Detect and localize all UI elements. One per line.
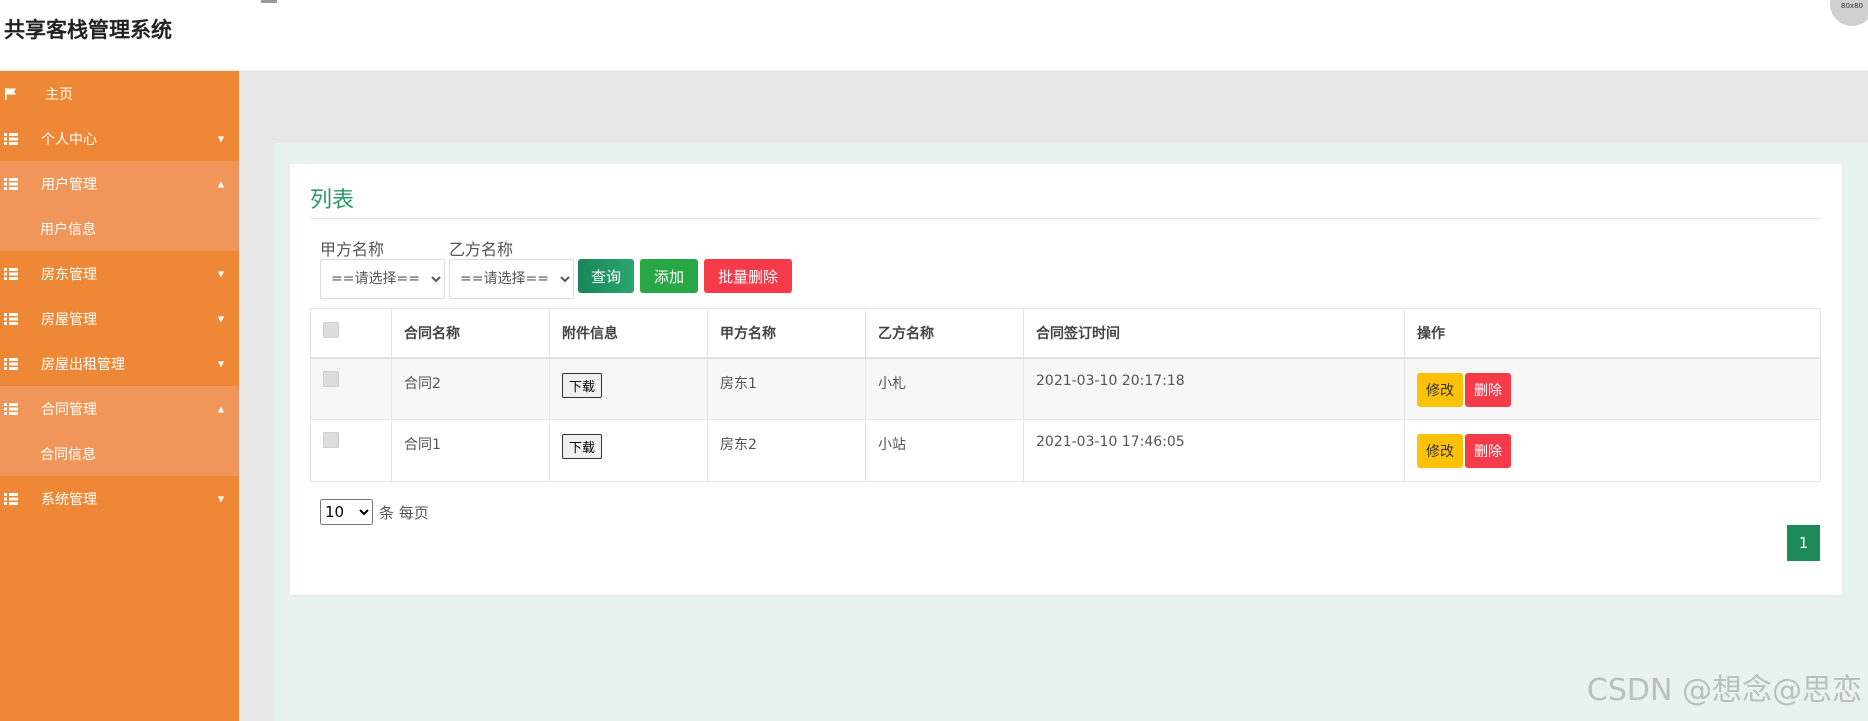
grid-icon bbox=[4, 357, 18, 370]
row-checkbox-cell bbox=[310, 419, 392, 482]
chevron-up-icon: ▲ bbox=[217, 404, 224, 413]
sidebar-subitem-contract-info[interactable]: 合同信息 bbox=[0, 431, 239, 476]
actions-cell: 修改 删除 bbox=[1404, 357, 1821, 420]
attachment-cell: 下载 bbox=[549, 419, 708, 482]
grid-icon bbox=[4, 267, 18, 280]
list-panel: 列表 甲方名称 ==请选择== 乙方名称 ==请选择== 查询 添加 批量删除 … bbox=[290, 164, 1842, 595]
download-button[interactable]: 下载 bbox=[562, 434, 603, 459]
grid-icon bbox=[4, 492, 18, 505]
party-a-select[interactable]: ==请选择== bbox=[320, 259, 445, 299]
party-a-cell: 房东1 bbox=[707, 357, 866, 420]
select-all-checkbox[interactable] bbox=[323, 321, 339, 338]
chevron-up-icon: ▲ bbox=[217, 179, 224, 188]
sidebar-item-landlord-management[interactable]: 房东管理 ▼ bbox=[0, 251, 239, 296]
page-size-select[interactable]: 10 bbox=[320, 499, 373, 525]
app-title: 共享客栈管理系统 bbox=[4, 18, 172, 42]
column-header: 乙方名称 bbox=[865, 308, 1024, 359]
column-header: 合同名称 bbox=[391, 308, 550, 359]
signed-time-cell: 2021-03-10 20:17:18 bbox=[1023, 357, 1405, 420]
page-size-control: 10 条 每页 bbox=[320, 499, 429, 525]
chevron-down-icon: ▼ bbox=[217, 134, 224, 143]
grid-icon bbox=[4, 312, 18, 325]
top-header: 共享客栈管理系统 80x80 bbox=[0, 0, 1868, 71]
sidebar-item-home[interactable]: 主页 bbox=[0, 71, 239, 116]
party-b-select[interactable]: ==请选择== bbox=[449, 259, 574, 299]
actions-cell: 修改 删除 bbox=[1404, 419, 1821, 482]
avatar[interactable]: 80x80 bbox=[1830, 0, 1868, 26]
sidebar-item-personal-center[interactable]: 个人中心 ▼ bbox=[0, 116, 239, 161]
contract-table: 合同名称 附件信息 甲方名称 乙方名称 合同签订时间 操作 合同2 下载 房东1… bbox=[310, 308, 1821, 482]
signed-time-cell: 2021-03-10 17:46:05 bbox=[1023, 419, 1405, 482]
divider bbox=[310, 218, 1821, 219]
select-all-cell bbox=[310, 308, 392, 359]
edit-button[interactable]: 修改 bbox=[1417, 372, 1463, 407]
grid-icon bbox=[4, 177, 18, 190]
contract-name-cell: 合同1 bbox=[391, 419, 550, 482]
row-checkbox[interactable] bbox=[323, 432, 339, 448]
table-row: 合同1 下载 房东2 小站 2021-03-10 17:46:05 修改 删除 bbox=[310, 419, 1821, 482]
column-header: 操作 bbox=[1404, 308, 1821, 359]
party-a-label: 甲方名称 bbox=[320, 240, 385, 259]
batch-delete-button[interactable]: 批量删除 bbox=[704, 259, 792, 293]
sidebar-item-label: 房屋管理 bbox=[41, 311, 97, 328]
sidebar-item-label: 房东管理 bbox=[41, 266, 97, 283]
party-b-label: 乙方名称 bbox=[449, 240, 514, 259]
party-b-cell: 小站 bbox=[865, 419, 1024, 482]
table-header-row: 合同名称 附件信息 甲方名称 乙方名称 合同签订时间 操作 bbox=[310, 308, 1821, 359]
party-b-cell: 小札 bbox=[865, 357, 1024, 420]
row-checkbox-cell bbox=[310, 357, 392, 420]
flag-icon bbox=[5, 87, 16, 100]
column-header: 合同签订时间 bbox=[1023, 308, 1405, 359]
download-button[interactable]: 下载 bbox=[562, 372, 603, 398]
sidebar-item-system-management[interactable]: 系统管理 ▼ bbox=[0, 476, 239, 521]
sidebar-item-label: 个人中心 bbox=[41, 131, 97, 148]
sidebar-item-rental-management[interactable]: 房屋出租管理 ▼ bbox=[0, 341, 239, 386]
delete-button[interactable]: 删除 bbox=[1465, 434, 1511, 468]
sidebar: 主页 个人中心 ▼ 用户管理 ▲ 用户信息 房东管理 ▼ 房屋管理 ▼ 房屋出租… bbox=[0, 71, 239, 721]
column-header: 甲方名称 bbox=[707, 308, 866, 359]
panel-title: 列表 bbox=[310, 188, 355, 213]
per-page-label: 条 每页 bbox=[379, 503, 429, 522]
chevron-down-icon: ▼ bbox=[217, 494, 224, 503]
chevron-down-icon: ▼ bbox=[217, 269, 224, 278]
pagination-page-button[interactable]: 1 bbox=[1787, 525, 1820, 561]
delete-button[interactable]: 删除 bbox=[1465, 372, 1511, 407]
table-row: 合同2 下载 房东1 小札 2021-03-10 20:17:18 修改 删除 bbox=[310, 357, 1821, 420]
menu-toggle-icon[interactable] bbox=[261, 0, 277, 3]
sidebar-item-contract-management[interactable]: 合同管理 ▲ bbox=[0, 386, 239, 431]
sidebar-item-user-management[interactable]: 用户管理 ▲ bbox=[0, 161, 239, 206]
watermark: CSDN @想念@思恋 bbox=[1586, 673, 1862, 708]
grid-icon bbox=[4, 402, 18, 415]
row-checkbox[interactable] bbox=[323, 370, 339, 387]
sidebar-item-label: 主页 bbox=[45, 86, 73, 103]
attachment-cell: 下载 bbox=[549, 357, 708, 420]
party-a-cell: 房东2 bbox=[707, 419, 866, 482]
sidebar-item-label: 用户管理 bbox=[41, 176, 97, 193]
sidebar-item-label: 系统管理 bbox=[41, 491, 97, 508]
add-button[interactable]: 添加 bbox=[640, 259, 698, 293]
contract-name-cell: 合同2 bbox=[391, 357, 550, 420]
sidebar-subitem-user-info[interactable]: 用户信息 bbox=[0, 206, 239, 251]
edit-button[interactable]: 修改 bbox=[1417, 434, 1463, 468]
column-header: 附件信息 bbox=[549, 308, 708, 359]
search-button[interactable]: 查询 bbox=[578, 259, 634, 293]
chevron-down-icon: ▼ bbox=[217, 359, 224, 368]
chevron-down-icon: ▼ bbox=[217, 314, 224, 323]
sidebar-item-label: 房屋出租管理 bbox=[41, 356, 125, 373]
grid-icon bbox=[4, 132, 18, 145]
sidebar-item-label: 合同管理 bbox=[41, 401, 97, 418]
sidebar-item-house-management[interactable]: 房屋管理 ▼ bbox=[0, 296, 239, 341]
